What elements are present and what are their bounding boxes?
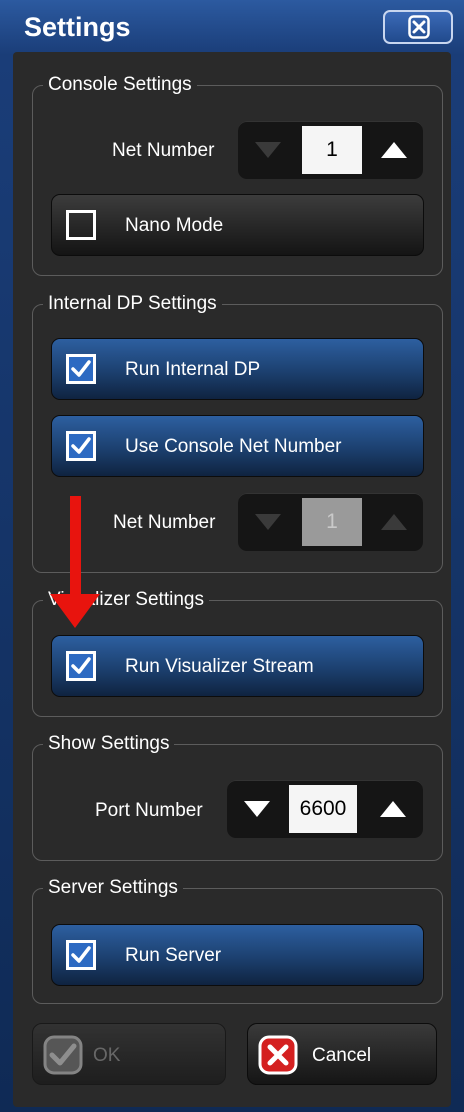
- port-up-button[interactable]: [363, 780, 423, 838]
- run-server-label: Run Server: [125, 945, 222, 966]
- triangle-down-icon: [255, 142, 281, 158]
- console-net-number-label: Net Number: [112, 140, 215, 161]
- dp-net-number-input[interactable]: 1: [302, 498, 362, 546]
- checkmark-icon: [71, 657, 91, 674]
- dp-net-number-label: Net Number: [113, 512, 216, 533]
- port-number-stepper: 6600: [227, 780, 423, 838]
- run-internal-dp-checkbox[interactable]: [66, 354, 96, 384]
- ok-label: OK: [93, 1045, 121, 1066]
- checkmark-circle-icon: [43, 1035, 83, 1075]
- console-net-number-stepper: 1: [238, 121, 423, 179]
- close-button[interactable]: [383, 10, 453, 44]
- checkmark-icon: [71, 360, 91, 377]
- use-console-net-number-toggle[interactable]: Use Console Net Number: [51, 415, 424, 477]
- run-server-checkbox[interactable]: [66, 940, 96, 970]
- title-bar: Settings: [0, 0, 464, 52]
- checkmark-icon: [71, 946, 91, 963]
- checkmark-icon: [71, 437, 91, 454]
- dp-net-down-button[interactable]: [238, 493, 298, 551]
- settings-window: Settings Console Settings Net Number 1 N…: [0, 0, 464, 1112]
- cancel-button[interactable]: Cancel: [247, 1023, 437, 1085]
- run-internal-dp-label: Run Internal DP: [125, 359, 261, 380]
- console-net-down-button[interactable]: [238, 121, 298, 179]
- console-net-up-button[interactable]: [364, 121, 424, 179]
- triangle-up-icon: [381, 514, 407, 530]
- use-console-net-number-checkbox[interactable]: [66, 431, 96, 461]
- dp-net-number-stepper: 1: [238, 493, 423, 551]
- cancel-label: Cancel: [312, 1045, 372, 1066]
- visualizer-settings-group: Visualizer Settings Run Visualizer Strea…: [32, 588, 443, 717]
- nano-mode-checkbox[interactable]: [66, 210, 96, 240]
- show-settings-group: Show Settings Port Number 6600: [32, 732, 443, 861]
- run-server-toggle[interactable]: Run Server: [51, 924, 424, 986]
- window-title: Settings: [24, 12, 131, 42]
- internal-dp-settings-group: Internal DP Settings Run Internal DP Use…: [32, 292, 443, 573]
- server-settings-group: Server Settings Run Server: [32, 876, 443, 1004]
- run-visualizer-stream-label: Run Visualizer Stream: [125, 656, 314, 677]
- console-settings-legend: Console Settings: [43, 73, 197, 97]
- console-net-number-input[interactable]: 1: [302, 126, 362, 174]
- server-settings-legend: Server Settings: [43, 876, 183, 900]
- cancel-icon: [258, 1035, 298, 1075]
- nano-mode-label: Nano Mode: [125, 215, 224, 236]
- port-down-button[interactable]: [227, 780, 287, 838]
- internal-dp-settings-legend: Internal DP Settings: [43, 292, 222, 316]
- show-settings-legend: Show Settings: [43, 732, 175, 756]
- nano-mode-toggle[interactable]: Nano Mode: [51, 194, 424, 256]
- use-console-net-number-label: Use Console Net Number: [125, 436, 342, 457]
- triangle-down-icon: [244, 801, 270, 817]
- run-internal-dp-toggle[interactable]: Run Internal DP: [51, 338, 424, 400]
- visualizer-settings-legend: Visualizer Settings: [43, 588, 209, 612]
- close-icon: [408, 15, 430, 39]
- run-visualizer-stream-checkbox[interactable]: [66, 651, 96, 681]
- dp-net-up-button[interactable]: [364, 493, 424, 551]
- console-settings-group: Console Settings Net Number 1 Nano Mode: [32, 73, 443, 276]
- port-number-label: Port Number: [95, 800, 203, 821]
- triangle-up-icon: [380, 801, 406, 817]
- settings-panel: Console Settings Net Number 1 Nano Mode: [13, 52, 451, 1107]
- ok-button[interactable]: OK: [32, 1023, 226, 1085]
- port-number-input[interactable]: 6600: [289, 785, 357, 833]
- triangle-up-icon: [381, 142, 407, 158]
- triangle-down-icon: [255, 514, 281, 530]
- run-visualizer-stream-toggle[interactable]: Run Visualizer Stream: [51, 635, 424, 697]
